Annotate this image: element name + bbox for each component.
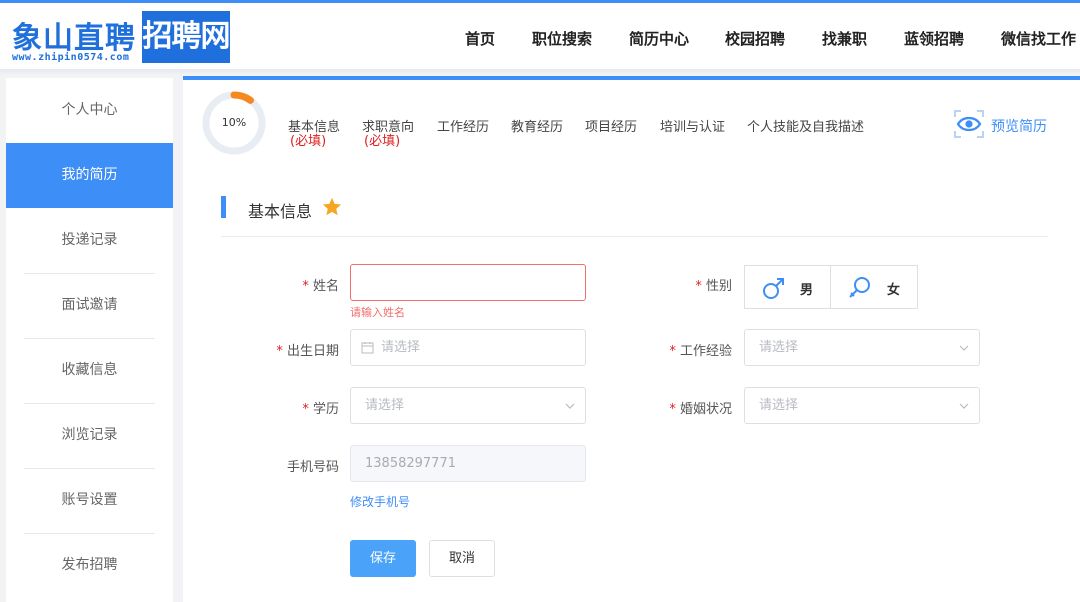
gender-female-label: 女 bbox=[887, 283, 901, 298]
required-mark: * bbox=[669, 402, 676, 417]
birth-date-placeholder: 请选择 bbox=[381, 340, 421, 355]
nav-part-time[interactable]: 找兼职 bbox=[822, 28, 867, 49]
female-symbol-icon bbox=[849, 277, 870, 298]
step-required-tag: (必填) bbox=[364, 134, 401, 149]
calendar-icon bbox=[361, 342, 374, 354]
education-select[interactable]: 请选择 bbox=[350, 387, 586, 424]
step-work-experience[interactable]: 工作经历 bbox=[437, 116, 489, 135]
required-mark: * bbox=[695, 279, 702, 294]
nav-blue-collar[interactable]: 蓝领招聘 bbox=[904, 28, 964, 49]
logo-main-text: 象山直聘 bbox=[12, 21, 136, 56]
sidebar-item-post-job[interactable]: 发布招聘 bbox=[6, 533, 173, 598]
marital-select[interactable]: 请选择 bbox=[744, 387, 980, 424]
birth-date-picker[interactable]: 请选择 bbox=[350, 329, 586, 366]
phone-label: 手机号码 bbox=[286, 460, 339, 475]
experience-placeholder: 请选择 bbox=[759, 340, 799, 355]
step-skills-description[interactable]: 个人技能及自我描述 bbox=[747, 116, 864, 135]
required-mark: * bbox=[669, 344, 676, 359]
sidebar-item-personal-center[interactable]: 个人中心 bbox=[6, 78, 173, 143]
education-label-text: 学历 bbox=[312, 402, 339, 417]
resume-panel: 10% 基本信息 (必填) 求职意向 (必填) 工作经历 教育经历 项目经历 培… bbox=[183, 76, 1080, 602]
logo-url-text: www.zhipin0574.com bbox=[12, 52, 130, 63]
marital-label-text: 婚姻状况 bbox=[679, 402, 732, 417]
nav-wechat-job[interactable]: 微信找工作 bbox=[1001, 28, 1076, 49]
name-input[interactable] bbox=[350, 264, 586, 301]
gender-label-text: 性别 bbox=[705, 279, 732, 294]
required-mark: * bbox=[276, 344, 283, 359]
phone-input: 13858297771 bbox=[350, 445, 586, 482]
header-shadow bbox=[0, 69, 1080, 75]
nav-campus[interactable]: 校园招聘 bbox=[725, 28, 785, 49]
chevron-down-icon bbox=[959, 403, 969, 409]
name-error-message: 请输入姓名 bbox=[350, 306, 405, 319]
experience-label: * 工作经验 bbox=[669, 340, 732, 359]
change-phone-link[interactable]: 修改手机号 bbox=[350, 493, 410, 510]
sidebar-item-browse-history[interactable]: 浏览记录 bbox=[6, 403, 173, 468]
gender-label: * 性别 bbox=[695, 275, 732, 294]
marital-placeholder: 请选择 bbox=[759, 398, 799, 413]
education-label: * 学历 bbox=[302, 398, 339, 417]
sidebar-item-account-settings[interactable]: 账号设置 bbox=[6, 468, 173, 533]
sidebar-item-delivery-records[interactable]: 投递记录 bbox=[6, 208, 173, 273]
header: 象山直聘 招聘网 www.zhipin0574.com 首页 职位搜索 简历中心… bbox=[0, 3, 1080, 69]
eye-icon bbox=[954, 110, 984, 138]
gender-male-option[interactable]: 男 bbox=[744, 265, 831, 309]
experience-label-text: 工作经验 bbox=[679, 344, 732, 359]
section-accent-bar bbox=[221, 196, 226, 218]
save-button[interactable]: 保存 bbox=[350, 540, 416, 577]
section-title: 基本信息 bbox=[248, 202, 313, 221]
required-mark: * bbox=[302, 279, 309, 294]
name-label-text: 姓名 bbox=[312, 279, 339, 294]
male-symbol-icon bbox=[763, 278, 784, 299]
name-label: * 姓名 bbox=[302, 275, 339, 294]
step-training[interactable]: 培训与认证 bbox=[660, 116, 725, 135]
marital-label: * 婚姻状况 bbox=[669, 398, 732, 417]
birth-label: * 出生日期 bbox=[276, 340, 339, 359]
sidebar-item-interview-invites[interactable]: 面试邀请 bbox=[6, 273, 173, 338]
step-projects[interactable]: 项目经历 bbox=[585, 116, 637, 135]
section-divider bbox=[221, 236, 1048, 237]
chevron-down-icon bbox=[959, 345, 969, 351]
experience-select[interactable]: 请选择 bbox=[744, 329, 980, 366]
sidebar-item-my-resume[interactable]: 我的简历 bbox=[6, 143, 173, 208]
sidebar-item-favorites[interactable]: 收藏信息 bbox=[6, 338, 173, 403]
sidebar: 个人中心 我的简历 投递记录 面试邀请 收藏信息 浏览记录 账号设置 发布招聘 bbox=[6, 78, 173, 602]
gender-male-label: 男 bbox=[800, 283, 814, 298]
star-icon bbox=[322, 197, 342, 216]
logo-boxed-text: 招聘网 bbox=[142, 11, 231, 63]
completion-progress-ring: 10% bbox=[201, 90, 267, 156]
nav-job-search[interactable]: 职位搜索 bbox=[532, 28, 592, 49]
nav-resume-center[interactable]: 简历中心 bbox=[629, 28, 689, 49]
cancel-button[interactable]: 取消 bbox=[429, 540, 495, 577]
step-required-tag: (必填) bbox=[290, 134, 327, 149]
progress-percent: 10% bbox=[221, 116, 247, 129]
site-logo[interactable]: 象山直聘 招聘网 www.zhipin0574.com bbox=[8, 11, 231, 67]
preview-resume-label: 预览简历 bbox=[991, 119, 1047, 135]
nav-home[interactable]: 首页 bbox=[465, 28, 495, 49]
step-education[interactable]: 教育经历 bbox=[511, 116, 563, 135]
birth-label-text: 出生日期 bbox=[286, 344, 339, 359]
required-mark: * bbox=[302, 402, 309, 417]
chevron-down-icon bbox=[565, 403, 575, 409]
education-placeholder: 请选择 bbox=[365, 398, 405, 413]
gender-female-option[interactable]: 女 bbox=[830, 265, 918, 309]
